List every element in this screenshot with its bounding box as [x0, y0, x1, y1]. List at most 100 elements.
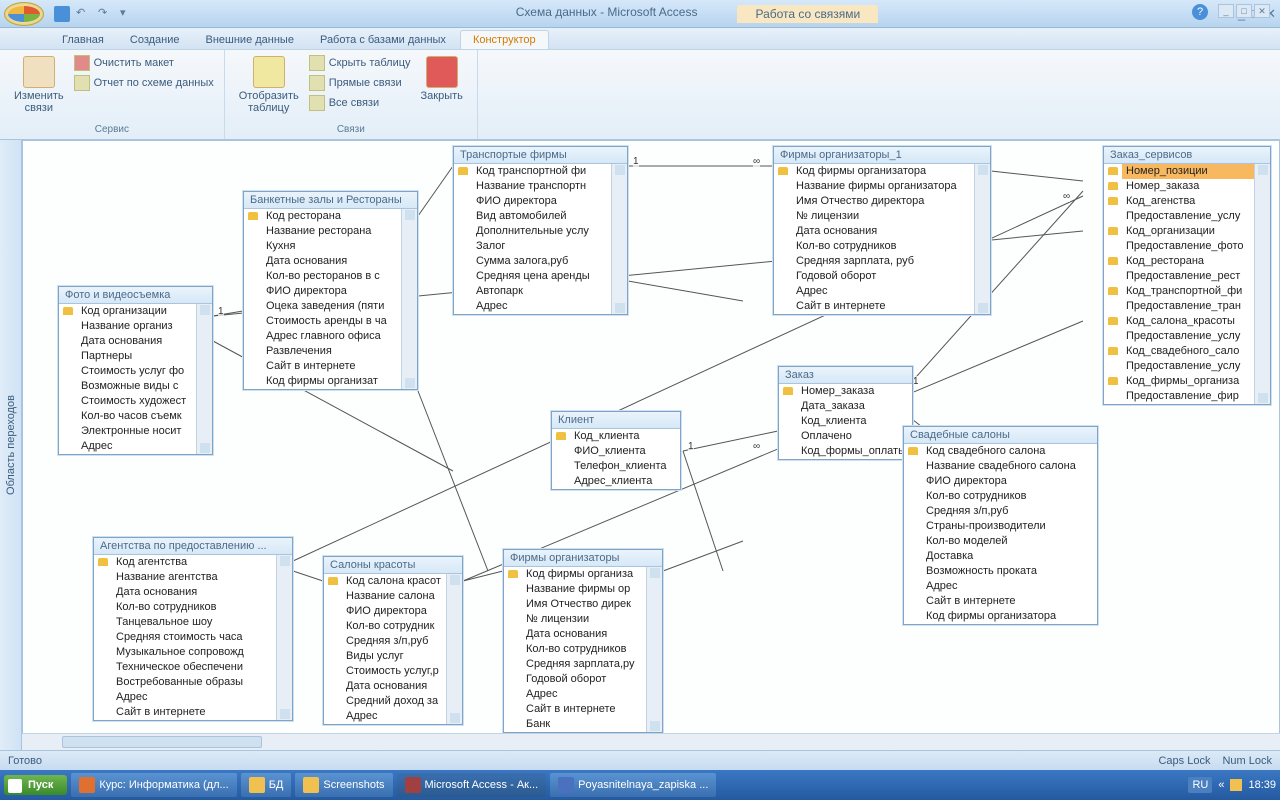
table-header[interactable]: Фото и видеосъемка: [59, 287, 212, 304]
field[interactable]: Страны-производители: [922, 519, 1097, 534]
taskbar-item-active[interactable]: Microsoft Access - Ак...: [397, 773, 547, 797]
hide-table-button[interactable]: Скрыть таблицу: [309, 54, 411, 72]
mdi-close-icon[interactable]: ✕: [1254, 4, 1270, 18]
field[interactable]: Сайт в интернете: [262, 359, 401, 374]
field[interactable]: Стоимость услуг,р: [342, 664, 446, 679]
field[interactable]: № лицензии: [522, 612, 646, 627]
scrollbar[interactable]: [974, 164, 990, 314]
field[interactable]: Код_формы_оплаты: [797, 444, 912, 459]
field[interactable]: Кол-во ресторанов в с: [262, 269, 401, 284]
table-client[interactable]: Клиент Код_клиента ФИО_клиента Телефон_к…: [551, 411, 681, 490]
field[interactable]: Предоставление_услу: [1122, 329, 1254, 344]
table-order[interactable]: Заказ Номер_заказа Дата_заказа Код_клиен…: [778, 366, 913, 460]
field[interactable]: Стоимость художест: [77, 394, 196, 409]
field[interactable]: Предоставление_тран: [1122, 299, 1254, 314]
field[interactable]: Название ресторана: [262, 224, 401, 239]
field[interactable]: Код_салона_красоты: [1122, 314, 1254, 329]
field[interactable]: Дата основания: [262, 254, 401, 269]
field[interactable]: Имя Отчество дирек: [522, 597, 646, 612]
tab-create[interactable]: Создание: [118, 31, 192, 49]
taskbar-item[interactable]: Screenshots: [295, 773, 392, 797]
field[interactable]: Адрес_клиента: [570, 474, 680, 489]
help-icon[interactable]: ?: [1192, 4, 1208, 20]
field[interactable]: Название организ: [77, 319, 196, 334]
field[interactable]: Вид автомобилей: [472, 209, 611, 224]
field[interactable]: Кол-во моделей: [922, 534, 1097, 549]
table-transport[interactable]: Транспортые фирмы Код транспортной фи На…: [453, 146, 628, 315]
relationship-report-button[interactable]: Отчет по схеме данных: [74, 74, 214, 92]
field[interactable]: Адрес: [342, 709, 446, 724]
start-button[interactable]: Пуск: [4, 775, 67, 795]
field[interactable]: Код_свадебного_сало: [1122, 344, 1254, 359]
field[interactable]: Оплачено: [797, 429, 912, 444]
save-icon[interactable]: [54, 6, 70, 22]
field[interactable]: Код фирмы организатора: [922, 609, 1097, 624]
field[interactable]: Название фирмы ор: [522, 582, 646, 597]
tray-icon[interactable]: «: [1218, 779, 1224, 791]
field[interactable]: Кол-во часов съемк: [77, 409, 196, 424]
field[interactable]: Танцевальное шоу: [112, 615, 276, 630]
office-button[interactable]: [4, 2, 44, 26]
field[interactable]: Музыкальное сопровожд: [112, 645, 276, 660]
field[interactable]: Дата основания: [112, 585, 276, 600]
field[interactable]: Имя Отчество директора: [792, 194, 974, 209]
field[interactable]: Дополнительные услу: [472, 224, 611, 239]
all-relationships-button[interactable]: Все связи: [309, 94, 411, 112]
field[interactable]: Виды услуг: [342, 649, 446, 664]
scrollbar[interactable]: [1254, 164, 1270, 404]
clear-layout-button[interactable]: Очистить макет: [74, 54, 214, 72]
tab-design[interactable]: Конструктор: [460, 30, 549, 49]
table-salon[interactable]: Салоны красоты Код салона красот Названи…: [323, 556, 463, 725]
table-header[interactable]: Салоны красоты: [324, 557, 462, 574]
clock[interactable]: 18:39: [1248, 779, 1276, 791]
relationships-canvas[interactable]: 1 ∞ 1 ∞ 1 ∞ 1 Фото и видеосъемка Код орг…: [22, 140, 1280, 750]
field[interactable]: Дата основания: [792, 224, 974, 239]
field[interactable]: Дата основания: [77, 334, 196, 349]
field-pk[interactable]: Код_клиента: [570, 429, 680, 444]
field[interactable]: Адрес главного офиса: [262, 329, 401, 344]
redo-icon[interactable]: ↷: [98, 6, 114, 22]
table-header[interactable]: Свадебные салоны: [904, 427, 1097, 444]
qat-dropdown-icon[interactable]: ▾: [120, 6, 136, 22]
field[interactable]: Кол-во сотрудников: [922, 489, 1097, 504]
field[interactable]: Средняя з/п,руб: [922, 504, 1097, 519]
show-table-button[interactable]: Отобразить таблицу: [235, 54, 303, 116]
table-org[interactable]: Фирмы организаторы Код фирмы организа На…: [503, 549, 663, 733]
field[interactable]: Название транспортн: [472, 179, 611, 194]
field[interactable]: Средняя цена аренды: [472, 269, 611, 284]
field[interactable]: Оцека заведения (пяти: [262, 299, 401, 314]
field[interactable]: Стоимость аренды в ча: [262, 314, 401, 329]
field[interactable]: Код_транспортной_фи: [1122, 284, 1254, 299]
field[interactable]: Средний доход за: [342, 694, 446, 709]
field-pk-selected[interactable]: Номер_позиции: [1122, 164, 1254, 179]
scrollbar[interactable]: [611, 164, 627, 314]
field[interactable]: Кол-во сотрудников: [522, 642, 646, 657]
tab-dbtools[interactable]: Работа с базами данных: [308, 31, 458, 49]
field[interactable]: Средняя зарплата, руб: [792, 254, 974, 269]
field[interactable]: Техническое обеспечени: [112, 660, 276, 675]
close-button[interactable]: Закрыть: [417, 54, 467, 104]
field[interactable]: Электронные носит: [77, 424, 196, 439]
field[interactable]: ФИО директора: [342, 604, 446, 619]
scrollbar[interactable]: [401, 209, 417, 389]
field[interactable]: Кол-во сотрудников: [112, 600, 276, 615]
field-pk[interactable]: Номер_заказа: [797, 384, 912, 399]
field-pk[interactable]: Код салона красот: [342, 574, 446, 589]
field[interactable]: Возможность проката: [922, 564, 1097, 579]
field[interactable]: Стоимость услуг фо: [77, 364, 196, 379]
table-banquet[interactable]: Банкетные залы и Рестораны Код ресторана…: [243, 191, 418, 390]
table-header[interactable]: Клиент: [552, 412, 680, 429]
table-header[interactable]: Фирмы организаторы_1: [774, 147, 990, 164]
field[interactable]: Адрес: [522, 687, 646, 702]
scrollbar[interactable]: [276, 555, 292, 720]
field[interactable]: Развлечения: [262, 344, 401, 359]
taskbar-item[interactable]: БД: [241, 773, 292, 797]
taskbar-item[interactable]: Poyasnitelnaya_zapiska ...: [550, 773, 716, 797]
field-pk[interactable]: Код агентства: [112, 555, 276, 570]
navigation-pane-collapsed[interactable]: Область переходов: [0, 140, 22, 750]
scrollbar[interactable]: [196, 304, 212, 454]
field[interactable]: Название свадебного салона: [922, 459, 1097, 474]
field[interactable]: Кухня: [262, 239, 401, 254]
field-pk[interactable]: Код фирмы организатора: [792, 164, 974, 179]
field[interactable]: Дата основания: [342, 679, 446, 694]
